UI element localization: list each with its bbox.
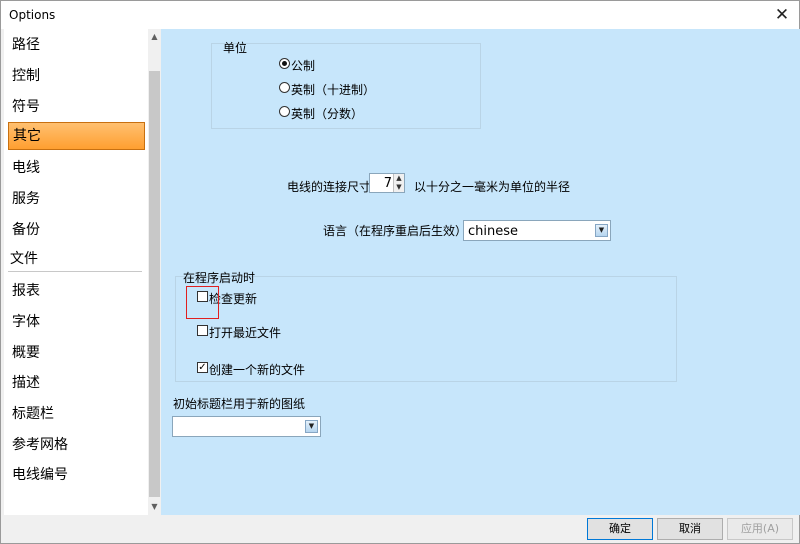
chevron-down-icon[interactable]: ▼	[595, 224, 608, 237]
radio-imperial-fraction[interactable]	[279, 106, 290, 117]
scroll-thumb[interactable]	[149, 71, 160, 497]
stepper-up-icon[interactable]: ▲	[393, 174, 404, 183]
stepper-down-icon[interactable]: ▼	[393, 183, 404, 192]
chevron-down-icon[interactable]: ▼	[305, 420, 318, 433]
wire-size-suffix: 以十分之一毫米为单位的半径	[414, 180, 571, 194]
radio-imperial-decimal-label[interactable]: 英制（十进制）	[291, 81, 375, 98]
sidebar-item-path[interactable]: 路径	[8, 31, 145, 59]
sidebar-item-font[interactable]: 字体	[8, 308, 145, 336]
sidebar-item-control[interactable]: 控制	[8, 62, 145, 90]
startup-title: 在程序启动时	[183, 271, 256, 285]
radio-imperial-decimal[interactable]	[279, 82, 290, 93]
radio-metric-label[interactable]: 公制	[291, 57, 315, 74]
language-label: 语言（在程序重启后生效）	[323, 224, 468, 238]
sidebar-item-other[interactable]: 其它	[8, 122, 145, 150]
sidebar-item-report[interactable]: 报表	[8, 277, 145, 305]
sidebar-item-backup[interactable]: 备份	[8, 216, 145, 244]
scroll-down-icon[interactable]: ▼	[148, 499, 161, 515]
sidebar-item-title-block[interactable]: 标题栏	[8, 400, 145, 428]
language-value: chinese	[468, 224, 519, 239]
sidebar: 路径 控制 符号 其它 电线 服务 备份 文件 报表 字体 概要 描述 标题栏 …	[4, 29, 161, 515]
close-icon[interactable]: ✕	[771, 4, 793, 26]
cancel-button[interactable]: 取消	[657, 518, 723, 540]
wire-size-value[interactable]: 7	[370, 176, 392, 191]
wire-size-label: 电线的连接尺寸	[287, 180, 372, 194]
create-new-file-label[interactable]: 创建一个新的文件	[209, 361, 305, 378]
sidebar-item-description[interactable]: 描述	[8, 369, 145, 397]
sidebar-item-reference-grid[interactable]: 参考网格	[8, 431, 145, 459]
ok-button[interactable]: 确定	[587, 518, 653, 540]
dialog-footer: 确定 取消 应用(A)	[1, 515, 799, 543]
wire-size-stepper[interactable]: 7 ▲ ▼	[369, 173, 405, 193]
create-new-file-checkbox[interactable]: ✓	[197, 362, 208, 373]
options-dialog: Options ✕ 路径 控制 符号 其它 电线 服务 备份 文件 报表 字体 …	[0, 0, 800, 544]
sidebar-item-wire-number[interactable]: 电线编号	[8, 461, 145, 489]
sidebar-group-file: 文件	[8, 248, 142, 272]
open-recent-label[interactable]: 打开最近文件	[209, 324, 281, 341]
language-select[interactable]: chinese ▼	[463, 220, 611, 241]
sidebar-item-service[interactable]: 服务	[8, 185, 145, 213]
title-block-select[interactable]: ▼	[172, 416, 321, 437]
title-bar: Options ✕	[1, 1, 799, 29]
apply-button[interactable]: 应用(A)	[727, 518, 793, 540]
sidebar-item-summary[interactable]: 概要	[8, 339, 145, 367]
sidebar-item-symbol[interactable]: 符号	[8, 93, 145, 121]
sidebar-scrollbar[interactable]: ▲ ▼	[148, 29, 161, 515]
window-title: Options	[9, 8, 56, 22]
units-title: 单位	[223, 41, 248, 55]
sidebar-item-wire[interactable]: 电线	[8, 154, 145, 182]
title-block-label: 初始标题栏用于新的图纸	[173, 397, 306, 411]
settings-panel: 单位 公制 英制（十进制） 英制（分数） 电线的连接尺寸 7 ▲ ▼ 以十分之一…	[161, 29, 800, 515]
scroll-up-icon[interactable]: ▲	[148, 29, 161, 45]
annotation-highlight-box	[186, 286, 219, 319]
open-recent-checkbox[interactable]	[197, 325, 208, 336]
radio-imperial-fraction-label[interactable]: 英制（分数）	[291, 105, 363, 122]
radio-metric[interactable]	[279, 58, 290, 69]
